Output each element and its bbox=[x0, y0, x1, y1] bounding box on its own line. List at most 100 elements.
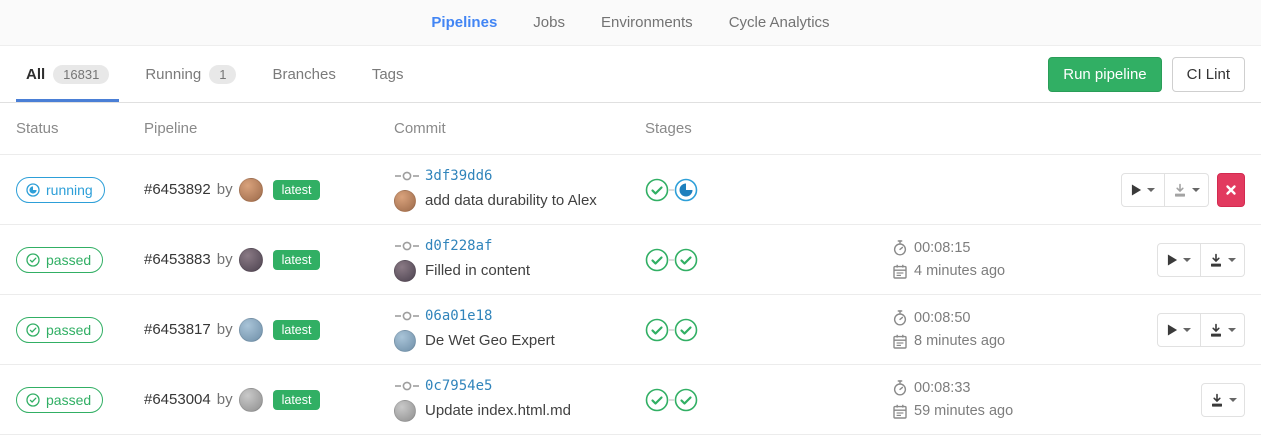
status-label: passed bbox=[46, 392, 91, 408]
commit-sha-link[interactable]: 06a01e18 bbox=[425, 308, 492, 324]
status-badge-passed[interactable]: passed bbox=[16, 317, 103, 343]
artifacts-dropdown-button[interactable] bbox=[1165, 173, 1209, 207]
header-commit: Commit bbox=[394, 120, 645, 137]
latest-badge: latest bbox=[273, 320, 321, 340]
status-badge-running[interactable]: running bbox=[16, 177, 105, 203]
nav-item-pipelines[interactable]: Pipelines bbox=[431, 14, 497, 31]
commit-message-link[interactable]: De Wet Geo Expert bbox=[425, 332, 555, 349]
nav-item-jobs[interactable]: Jobs bbox=[533, 14, 565, 31]
play-icon bbox=[1131, 183, 1142, 197]
artifacts-dropdown-button[interactable] bbox=[1201, 243, 1245, 277]
play-icon bbox=[1167, 323, 1178, 337]
pipeline-row: passed #6453004 by latest 0c7954e5 Updat… bbox=[0, 365, 1261, 435]
header-pipeline: Pipeline bbox=[144, 120, 394, 137]
pipeline-finished-ago: 59 minutes ago bbox=[914, 403, 1013, 419]
stage-passed-icon[interactable] bbox=[645, 178, 669, 202]
tab-tags-label: Tags bbox=[372, 66, 404, 83]
pipelines-filter-bar: All 16831 Running 1 Branches Tags Run pi… bbox=[0, 46, 1261, 103]
check-circle-icon bbox=[26, 393, 40, 407]
pipeline-row: running #6453892 by latest 3df39dd6 add … bbox=[0, 155, 1261, 225]
by-label: by bbox=[217, 321, 233, 338]
stage-passed-icon[interactable] bbox=[645, 388, 669, 412]
pipeline-id-link[interactable]: #6453817 bbox=[144, 321, 211, 338]
commit-message-link[interactable]: add data durability to Alex bbox=[425, 192, 597, 209]
pipeline-id-link[interactable]: #6453883 bbox=[144, 251, 211, 268]
play-dropdown-button[interactable] bbox=[1121, 173, 1165, 207]
cancel-pipeline-button[interactable] bbox=[1217, 173, 1245, 207]
pipeline-id-link[interactable]: #6453004 bbox=[144, 391, 211, 408]
chevron-down-icon bbox=[1228, 258, 1236, 262]
tab-running[interactable]: Running 1 bbox=[135, 46, 246, 102]
stage-passed-icon[interactable] bbox=[674, 318, 698, 342]
chevron-down-icon bbox=[1228, 328, 1236, 332]
tab-branches-label: Branches bbox=[272, 66, 335, 83]
nav-item-environments[interactable]: Environments bbox=[601, 14, 693, 31]
pipeline-row: passed #6453817 by latest 06a01e18 De We… bbox=[0, 295, 1261, 365]
artifacts-dropdown-button[interactable] bbox=[1201, 383, 1245, 417]
run-pipeline-button[interactable]: Run pipeline bbox=[1048, 57, 1161, 92]
tab-all-count-badge: 16831 bbox=[53, 65, 109, 84]
header-stages: Stages bbox=[645, 120, 893, 137]
pipeline-duration: 00:08:33 bbox=[914, 380, 970, 396]
stage-passed-icon[interactable] bbox=[645, 248, 669, 272]
by-label: by bbox=[217, 391, 233, 408]
commit-sha-link[interactable]: 0c7954e5 bbox=[425, 378, 492, 394]
status-badge-passed[interactable]: passed bbox=[16, 247, 103, 273]
commit-icon bbox=[394, 309, 420, 323]
avatar[interactable] bbox=[394, 400, 416, 422]
avatar[interactable] bbox=[239, 248, 263, 272]
pipeline-id-link[interactable]: #6453892 bbox=[144, 181, 211, 198]
avatar[interactable] bbox=[239, 388, 263, 412]
avatar[interactable] bbox=[239, 318, 263, 342]
avatar[interactable] bbox=[394, 330, 416, 352]
tab-all[interactable]: All 16831 bbox=[16, 46, 119, 102]
chevron-down-icon bbox=[1147, 188, 1155, 192]
tab-branches[interactable]: Branches bbox=[262, 46, 345, 102]
pipeline-scope-tabs: All 16831 Running 1 Branches Tags bbox=[16, 46, 430, 102]
commit-sha-link[interactable]: d0f228af bbox=[425, 238, 492, 254]
status-label: running bbox=[46, 182, 93, 198]
play-icon bbox=[1167, 253, 1178, 267]
download-icon bbox=[1210, 393, 1224, 407]
commit-icon bbox=[394, 239, 420, 253]
latest-badge: latest bbox=[273, 250, 321, 270]
play-dropdown-button[interactable] bbox=[1157, 313, 1201, 347]
commit-message-link[interactable]: Filled in content bbox=[425, 262, 530, 279]
stopwatch-icon bbox=[893, 310, 907, 326]
check-circle-icon bbox=[26, 323, 40, 337]
by-label: by bbox=[217, 251, 233, 268]
calendar-icon bbox=[893, 404, 907, 419]
project-nav: Pipelines Jobs Environments Cycle Analyt… bbox=[0, 0, 1261, 46]
stage-running-icon[interactable] bbox=[674, 178, 698, 202]
status-label: passed bbox=[46, 322, 91, 338]
artifacts-dropdown-button[interactable] bbox=[1201, 313, 1245, 347]
tab-running-count-badge: 1 bbox=[209, 65, 236, 84]
stage-passed-icon[interactable] bbox=[645, 318, 669, 342]
download-icon bbox=[1209, 323, 1223, 337]
chevron-down-icon bbox=[1229, 398, 1237, 402]
avatar[interactable] bbox=[239, 178, 263, 202]
pipeline-duration: 00:08:15 bbox=[914, 240, 970, 256]
avatar[interactable] bbox=[394, 260, 416, 282]
ci-lint-button[interactable]: CI Lint bbox=[1172, 57, 1245, 92]
pipeline-finished-ago: 8 minutes ago bbox=[914, 333, 1005, 349]
commit-message-link[interactable]: Update index.html.md bbox=[425, 402, 571, 419]
nav-item-cycle-analytics[interactable]: Cycle Analytics bbox=[729, 14, 830, 31]
stage-passed-icon[interactable] bbox=[674, 248, 698, 272]
chevron-down-icon bbox=[1192, 188, 1200, 192]
pipeline-row: passed #6453883 by latest d0f228af Fille… bbox=[0, 225, 1261, 295]
avatar[interactable] bbox=[394, 190, 416, 212]
play-dropdown-button[interactable] bbox=[1157, 243, 1201, 277]
calendar-icon bbox=[893, 264, 907, 279]
tab-tags[interactable]: Tags bbox=[362, 46, 414, 102]
stage-passed-icon[interactable] bbox=[674, 388, 698, 412]
commit-sha-link[interactable]: 3df39dd6 bbox=[425, 168, 492, 184]
status-label: passed bbox=[46, 252, 91, 268]
tab-running-label: Running bbox=[145, 66, 201, 83]
chevron-down-icon bbox=[1183, 258, 1191, 262]
download-icon bbox=[1173, 183, 1187, 197]
status-badge-passed[interactable]: passed bbox=[16, 387, 103, 413]
pipeline-actions: Run pipeline CI Lint bbox=[1048, 46, 1245, 102]
chevron-down-icon bbox=[1183, 328, 1191, 332]
check-circle-icon bbox=[26, 253, 40, 267]
